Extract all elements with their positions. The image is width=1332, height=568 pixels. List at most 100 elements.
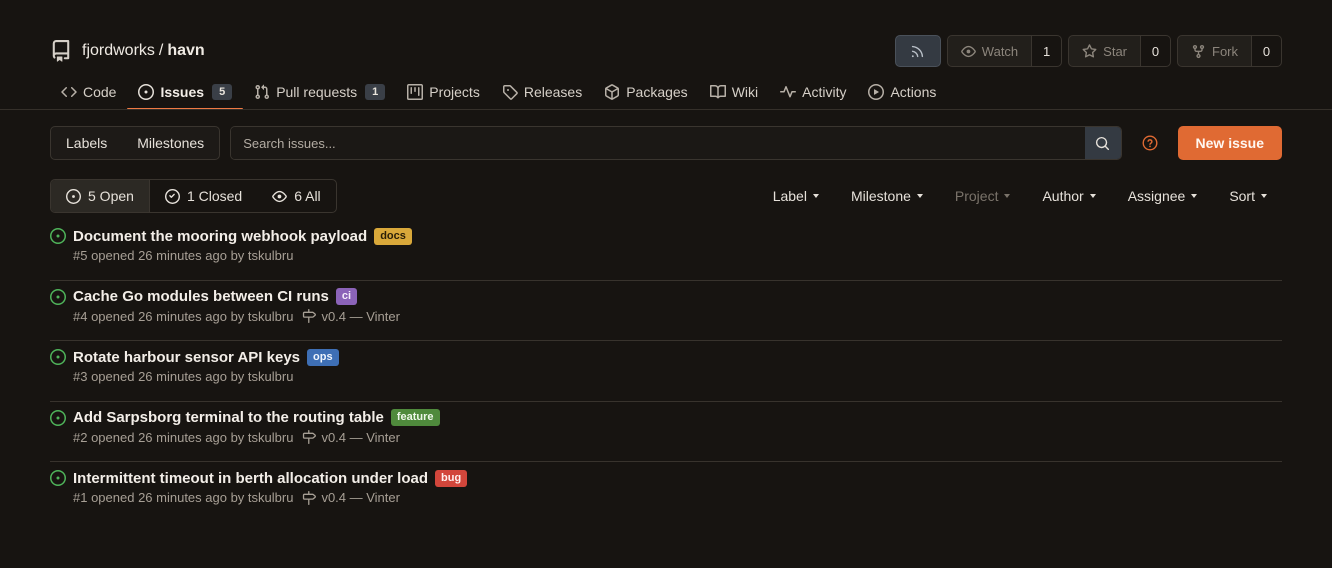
code-icon [61, 84, 77, 100]
all-state-button[interactable]: 6 All [257, 180, 335, 212]
caret-down-icon [1089, 194, 1096, 198]
issue-milestone-link[interactable]: v0.4 — Vinter [321, 490, 400, 505]
caret-down-icon [916, 194, 923, 198]
author-filter-text: Author [1042, 188, 1084, 204]
issue-label[interactable]: feature [390, 409, 440, 426]
milestone-icon [298, 490, 317, 505]
eye-icon [272, 189, 288, 204]
filter-menus: Label Milestone Project Author Assignee … [757, 188, 1282, 204]
caret-down-icon [1261, 194, 1267, 198]
tab-packages[interactable]: Packages [593, 74, 698, 109]
play-icon [868, 83, 885, 100]
rss-icon [910, 44, 925, 59]
milestone-icon [298, 430, 317, 444]
tab-actions[interactable]: Actions [857, 74, 947, 109]
question-icon [1142, 135, 1158, 151]
issue-opened-icon [138, 83, 155, 100]
watch-button[interactable]: Watch [946, 35, 1033, 67]
issue-row: Rotate harbour sensor API keys ops #3 op… [50, 341, 1282, 402]
closed-state-button[interactable]: 1 Closed [150, 180, 257, 212]
issue-list: Document the mooring webhook payload doc… [50, 220, 1282, 523]
open-state-button[interactable]: 5 Open [51, 180, 150, 212]
repo-name-link[interactable]: havn [167, 42, 204, 59]
issues-count-badge: 5 [212, 83, 233, 100]
issue-label[interactable]: docs [374, 227, 412, 245]
project-filter-text: Project [954, 188, 999, 204]
issue-row: Intermittent timeout in berth allocation… [50, 462, 1282, 523]
rss-button[interactable] [894, 35, 941, 67]
milestones-button[interactable]: Milestones [122, 127, 219, 159]
issue-row: Add Sarpsborg terminal to the routing ta… [50, 402, 1282, 462]
issue-open-icon [50, 228, 66, 244]
eye-icon [960, 44, 976, 59]
label-filter[interactable]: Label [757, 188, 835, 204]
issue-milestone-link[interactable]: v0.4 — Vinter [321, 430, 400, 445]
issue-meta: #1 opened 26 minutes ago by tskulbru [73, 490, 294, 505]
labels-milestones-group: Labels Milestones [50, 126, 221, 160]
watch-label: Watch [981, 43, 1019, 59]
pull-requests-count-badge: 1 [365, 83, 386, 100]
tab-code[interactable]: Code [50, 74, 127, 109]
issue-milestone-link[interactable]: v0.4 — Vinter [321, 309, 400, 324]
tab-pull-requests[interactable]: Pull requests 1 [243, 74, 396, 109]
star-count[interactable]: 0 [1141, 35, 1171, 67]
package-icon [604, 83, 620, 100]
issue-open-icon [50, 349, 66, 365]
tab-releases[interactable]: Releases [491, 74, 593, 109]
assignee-filter[interactable]: Assignee [1112, 188, 1214, 204]
tab-projects[interactable]: Projects [396, 74, 491, 109]
star-label: Star [1103, 43, 1127, 59]
issue-row: Document the mooring webhook payload doc… [50, 220, 1282, 281]
closed-state-label: 1 Closed [186, 188, 243, 204]
repo-title: fjordworks / havn [82, 42, 205, 60]
tab-issues[interactable]: Issues 5 [127, 74, 243, 110]
fork-button[interactable]: Fork [1177, 35, 1252, 67]
git-pull-request-icon [254, 84, 270, 100]
author-filter[interactable]: Author [1026, 188, 1111, 204]
repo-separator: / [158, 42, 164, 59]
tab-releases-label: Releases [523, 83, 583, 100]
issue-title-link[interactable]: Cache Go modules between CI runs [73, 288, 329, 305]
issue-opened-icon [66, 188, 81, 204]
star-button[interactable]: Star [1068, 35, 1141, 67]
tab-projects-label: Projects [429, 83, 480, 100]
tag-icon [502, 84, 518, 100]
issues-toolbar: Labels Milestones New issue [50, 126, 1282, 160]
star-icon [1082, 43, 1097, 59]
issue-label[interactable]: ci [335, 288, 358, 305]
milestone-filter[interactable]: Milestone [835, 188, 939, 204]
issue-title-link[interactable]: Add Sarpsborg terminal to the routing ta… [73, 409, 384, 426]
issue-label[interactable]: ops [307, 348, 339, 366]
milestone-icon [298, 309, 317, 323]
tab-wiki[interactable]: Wiki [699, 74, 769, 109]
all-state-label: 6 All [294, 188, 321, 204]
repo-tabs: Code Issues 5 Pull requests 1 Projects R… [50, 74, 1332, 110]
caret-down-icon [1004, 194, 1011, 198]
issue-title-link[interactable]: Document the mooring webhook payload [73, 228, 367, 245]
fork-count[interactable]: 0 [1252, 35, 1282, 67]
repo-owner-link[interactable]: fjordworks [82, 42, 155, 59]
sort-filter[interactable]: Sort [1213, 188, 1282, 204]
open-state-label: 5 Open [88, 188, 134, 204]
repo-actions: Watch 1 Star 0 Fork 0 [894, 35, 1282, 67]
issue-title-link[interactable]: Rotate harbour sensor API keys [73, 349, 300, 366]
tab-packages-label: Packages [626, 83, 688, 100]
help-button[interactable] [1122, 135, 1178, 151]
search-input[interactable] [231, 127, 1085, 159]
pulse-icon [780, 84, 797, 100]
project-filter[interactable]: Project [939, 188, 1027, 204]
new-issue-button[interactable]: New issue [1177, 126, 1282, 160]
search-button[interactable] [1084, 127, 1121, 159]
tab-activity[interactable]: Activity [769, 74, 857, 109]
star-group: Star 0 [1068, 35, 1171, 67]
watch-group: Watch 1 [946, 35, 1063, 67]
issue-title-link[interactable]: Intermittent timeout in berth allocation… [73, 470, 428, 487]
state-toggle: 5 Open 1 Closed 6 All [50, 179, 337, 213]
watch-count[interactable]: 1 [1032, 35, 1063, 67]
sort-filter-text: Sort [1229, 188, 1255, 204]
search-icon [1095, 136, 1110, 151]
issue-label[interactable]: bug [435, 469, 468, 487]
issue-open-icon [50, 470, 66, 486]
issue-meta: #4 opened 26 minutes ago by tskulbru [73, 308, 294, 324]
labels-button[interactable]: Labels [51, 127, 122, 159]
